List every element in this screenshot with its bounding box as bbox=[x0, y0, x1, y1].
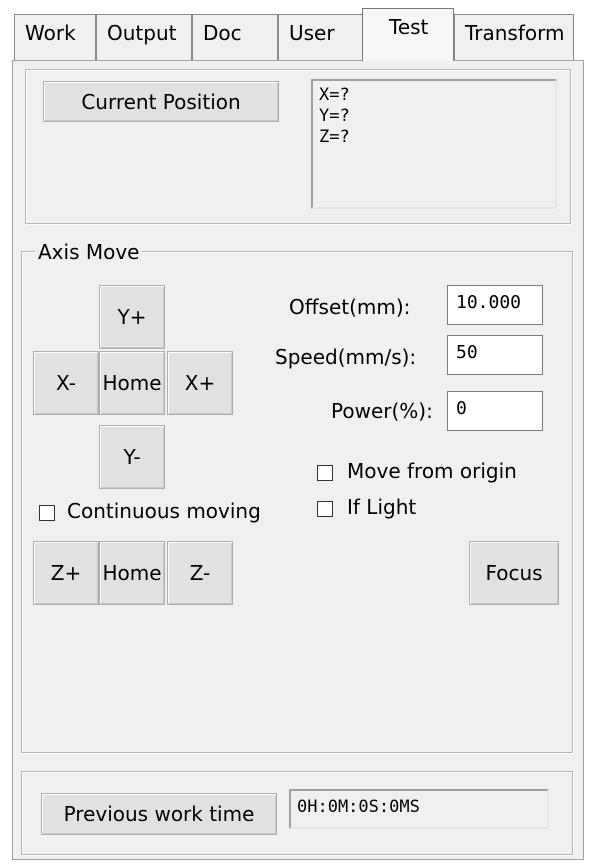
move-from-origin-label: Move from origin bbox=[347, 459, 517, 483]
tab-test[interactable]: Test bbox=[362, 8, 454, 61]
speed-input[interactable]: 50 bbox=[447, 335, 543, 375]
z-minus-button[interactable]: Z- bbox=[167, 541, 233, 605]
power-input[interactable]: 0 bbox=[447, 391, 543, 431]
y-plus-button[interactable]: Y+ bbox=[99, 285, 165, 349]
tab-work[interactable]: Work bbox=[14, 14, 96, 60]
axis-move-legend: Axis Move bbox=[35, 241, 143, 263]
z-plus-button[interactable]: Z+ bbox=[33, 541, 99, 605]
if-light-label: If Light bbox=[347, 495, 417, 519]
tab-user[interactable]: User bbox=[278, 14, 366, 60]
previous-work-time-button[interactable]: Previous work time bbox=[41, 793, 277, 835]
x-plus-button[interactable]: X+ bbox=[167, 351, 233, 415]
position-x: X=? bbox=[319, 85, 350, 105]
offset-input[interactable]: 10.000 bbox=[447, 285, 543, 325]
home-z-button[interactable]: Home bbox=[99, 541, 165, 605]
position-z: Z=? bbox=[319, 127, 350, 147]
speed-label: Speed(mm/s): bbox=[275, 345, 417, 369]
x-minus-button[interactable]: X- bbox=[33, 351, 99, 415]
tab-transform[interactable]: Transform bbox=[454, 14, 574, 60]
focus-button[interactable]: Focus bbox=[469, 541, 559, 605]
work-time-readout: 0H:0M:0S:0MS bbox=[289, 789, 549, 829]
power-label: Power(%): bbox=[331, 399, 433, 423]
move-from-origin-checkbox[interactable] bbox=[317, 465, 333, 481]
continuous-moving-label: Continuous moving bbox=[67, 499, 261, 523]
offset-label: Offset(mm): bbox=[289, 295, 411, 319]
position-readout: X=? Y=? Z=? bbox=[311, 79, 557, 209]
test-tab-panel: Current Position X=? Y=? Z=? Axis Move Y… bbox=[12, 60, 584, 860]
y-minus-button[interactable]: Y- bbox=[99, 425, 165, 489]
tab-output[interactable]: Output bbox=[96, 14, 192, 60]
home-xy-button[interactable]: Home bbox=[99, 351, 165, 415]
if-light-checkbox[interactable] bbox=[317, 501, 333, 517]
continuous-moving-checkbox[interactable] bbox=[39, 505, 55, 521]
current-position-button[interactable]: Current Position bbox=[43, 81, 279, 122]
position-y: Y=? bbox=[319, 106, 350, 126]
tab-doc[interactable]: Doc bbox=[192, 14, 278, 60]
